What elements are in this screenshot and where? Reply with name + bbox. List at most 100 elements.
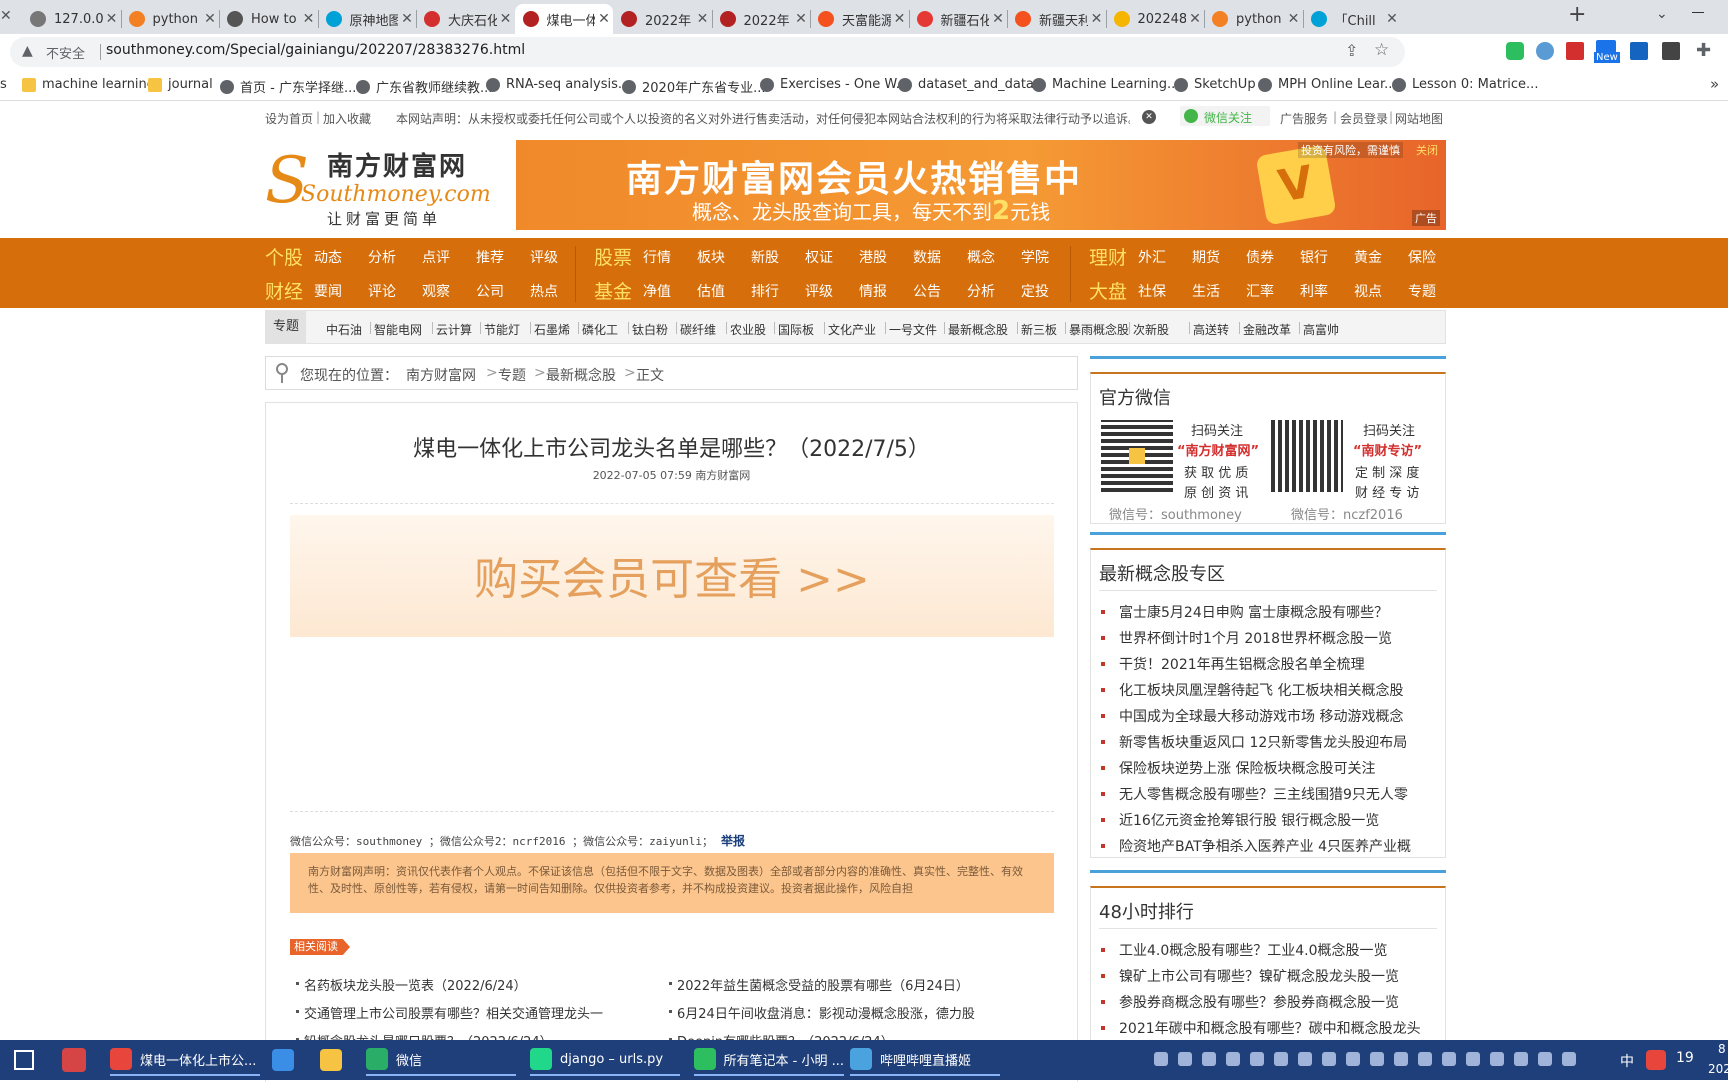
nav-category[interactable]: 股票: [594, 243, 632, 270]
taskbar-app-button[interactable]: 微信: [366, 1044, 516, 1076]
nav-item[interactable]: 评级: [530, 247, 558, 267]
nav-item[interactable]: 权证: [805, 247, 833, 267]
browser-tab[interactable]: 2022年 ✕: [613, 4, 712, 34]
antivirus-tray-icon[interactable]: [1646, 1050, 1666, 1070]
browser-tab[interactable]: python ✕: [1204, 4, 1303, 34]
topic-link[interactable]: 新三板: [1021, 321, 1057, 338]
system-tray-icon[interactable]: [1418, 1052, 1432, 1066]
nav-item[interactable]: 行情: [643, 247, 671, 267]
browser-tab[interactable]: python ✕: [121, 4, 220, 34]
concept-link[interactable]: 中国成为全球最大移动游戏市场 移动游戏概念: [1119, 706, 1403, 726]
bookmarks-overflow-left[interactable]: s: [0, 77, 7, 92]
taskbar-app-button[interactable]: 煤电一体化上市公...: [110, 1044, 260, 1076]
browser-tab[interactable]: 新疆石化 ✕: [909, 4, 1008, 34]
browser-tab[interactable]: 「Chill ✕: [1303, 4, 1402, 34]
ranking-link[interactable]: 参股券商概念股有哪些？参股券商概念股一览: [1119, 992, 1399, 1012]
browser-tab[interactable]: 127.0.0. ✕: [22, 4, 121, 34]
nav-item[interactable]: 数据: [913, 247, 941, 267]
concept-link[interactable]: 保险板块逆势上涨 保险板块概念股可关注: [1119, 758, 1375, 778]
topic-link[interactable]: 云计算: [436, 321, 472, 338]
topic-link[interactable]: 磷化工: [582, 321, 618, 338]
nav-item[interactable]: 推荐: [476, 247, 504, 267]
browser-tab[interactable]: 原神地图 ✕: [318, 4, 417, 34]
bookmark-item[interactable]: journal: [148, 77, 213, 92]
nav-item[interactable]: 银行: [1300, 247, 1328, 267]
browser-tab[interactable]: 天富能源 ✕: [810, 4, 909, 34]
topic-link[interactable]: 最新概念股: [948, 321, 1008, 338]
browser-tab[interactable]: 202248 ✕: [1106, 4, 1205, 34]
ranking-link[interactable]: 2021年碳中和概念股有哪些？碳中和概念股龙头: [1119, 1018, 1421, 1038]
ranking-link[interactable]: 镍矿上市公司有哪些？镍矿概念股龙头股一览: [1119, 966, 1399, 986]
sitemap-link[interactable]: 网站地图: [1395, 110, 1443, 127]
nav-item[interactable]: 观察: [422, 281, 450, 301]
tab-close-icon[interactable]: ✕: [891, 11, 909, 27]
system-tray-icon[interactable]: [1322, 1052, 1336, 1066]
topic-link[interactable]: 暴雨概念股: [1069, 321, 1129, 338]
nav-category[interactable]: 大盘: [1089, 277, 1127, 304]
topic-link[interactable]: 高富帅: [1303, 321, 1339, 338]
extension-save-icon[interactable]: [1630, 42, 1648, 60]
security-label[interactable]: 不安全: [46, 43, 85, 62]
wechat-follow-button[interactable]: 微信关注: [1180, 106, 1270, 126]
warning-icon[interactable]: ▲: [22, 43, 33, 59]
nav-item[interactable]: 评级: [805, 281, 833, 301]
taskbar-app-button[interactable]: 所有笔记本 - 小明 ...: [694, 1044, 844, 1076]
bookmark-item[interactable]: RNA-seq analysis...: [486, 77, 630, 92]
system-tray-icon[interactable]: [1274, 1052, 1288, 1066]
nav-item[interactable]: 热点: [530, 281, 558, 301]
browser-tab[interactable]: 新疆天利 ✕: [1007, 4, 1106, 34]
topic-link[interactable]: 一号文件: [889, 321, 937, 338]
nav-category[interactable]: 理财: [1089, 243, 1127, 270]
nav-item[interactable]: 生活: [1192, 281, 1220, 301]
nav-item[interactable]: 汇率: [1246, 281, 1274, 301]
bookmark-item[interactable]: Lesson 0: Matrice...: [1392, 77, 1538, 92]
nav-item[interactable]: 估值: [697, 281, 725, 301]
browser-tab[interactable]: 大庆石化 ✕: [416, 4, 515, 34]
extensions-puzzle-icon[interactable]: ✚: [1696, 40, 1711, 61]
bookmark-item[interactable]: SketchUp: [1174, 77, 1256, 92]
extension-grid-icon[interactable]: [1566, 42, 1584, 60]
task-view-icon[interactable]: [14, 1050, 34, 1070]
topic-link[interactable]: 石墨烯: [534, 321, 570, 338]
membership-banner-ad[interactable]: 南方财富网会员火热销售中 概念、龙头股查询工具，每天不到2元钱 V 投资有风险，…: [516, 140, 1446, 230]
system-tray-icon[interactable]: [1346, 1052, 1360, 1066]
system-tray-icon[interactable]: [1466, 1052, 1480, 1066]
taskbar-app-button[interactable]: [272, 1044, 312, 1076]
bookmark-item[interactable]: dataset_and_data...: [898, 77, 1046, 92]
concept-link[interactable]: 险资地产BAT争相杀入医养产业 4只医养产业概: [1119, 836, 1411, 856]
nav-item[interactable]: 学院: [1021, 247, 1049, 267]
related-link[interactable]: 6月24日午间收盘消息：影视动漫概念股涨，德力股: [677, 1003, 975, 1022]
nav-item[interactable]: 利率: [1300, 281, 1328, 301]
related-link[interactable]: 2022年益生菌概念受益的股票有哪些（6月24日）: [677, 975, 969, 994]
ad-service-link[interactable]: 广告服务: [1280, 110, 1328, 127]
bookmark-item[interactable]: Machine Learning...: [1032, 77, 1179, 92]
nav-item[interactable]: 视点: [1354, 281, 1382, 301]
related-link[interactable]: 交通管理上市公司股票有哪些？相关交通管理龙头一: [304, 1003, 603, 1022]
nav-item[interactable]: 新股: [751, 247, 779, 267]
tab-close-icon[interactable]: ✕: [0, 8, 12, 24]
system-tray-icon[interactable]: [1538, 1052, 1552, 1066]
tab-close-icon[interactable]: ✕: [398, 11, 416, 27]
taskbar-app-button[interactable]: 哔哩哔哩直播姬: [850, 1044, 1000, 1076]
system-tray-icon[interactable]: [1154, 1052, 1168, 1066]
nav-category[interactable]: 基金: [594, 277, 632, 304]
breadcrumb-item[interactable]: 南方财富网: [406, 365, 476, 385]
ranking-link[interactable]: 工业4.0概念股有哪些？工业4.0概念股一览: [1119, 940, 1388, 960]
tab-close-icon[interactable]: ✕: [595, 11, 613, 27]
tab-close-icon[interactable]: ✕: [1383, 11, 1401, 27]
ime-indicator[interactable]: 中: [1620, 1051, 1634, 1071]
nav-item[interactable]: 定投: [1021, 281, 1049, 301]
nav-item[interactable]: 排行: [751, 281, 779, 301]
tab-close-icon[interactable]: ✕: [792, 11, 810, 27]
taskbar-app-button[interactable]: django – urls.py: [530, 1044, 680, 1076]
tab-close-icon[interactable]: ✕: [694, 11, 712, 27]
nav-item[interactable]: 港股: [859, 247, 887, 267]
nav-item[interactable]: 净值: [643, 281, 671, 301]
concept-link[interactable]: 世界杯倒计时1个月 2018世界杯概念股一览: [1119, 628, 1392, 648]
bookmark-item[interactable]: 首页 - 广东学择继...: [220, 77, 356, 96]
browser-tab[interactable]: 煤电一体 ✕: [514, 4, 613, 34]
url-text[interactable]: southmoney.com/Special/gainiangu/202207/…: [106, 42, 525, 58]
bookmark-item[interactable]: Exercises - One W...: [760, 77, 908, 92]
system-tray-icon[interactable]: [1298, 1052, 1312, 1066]
browser-tab[interactable]: 2022年 ✕: [712, 4, 811, 34]
